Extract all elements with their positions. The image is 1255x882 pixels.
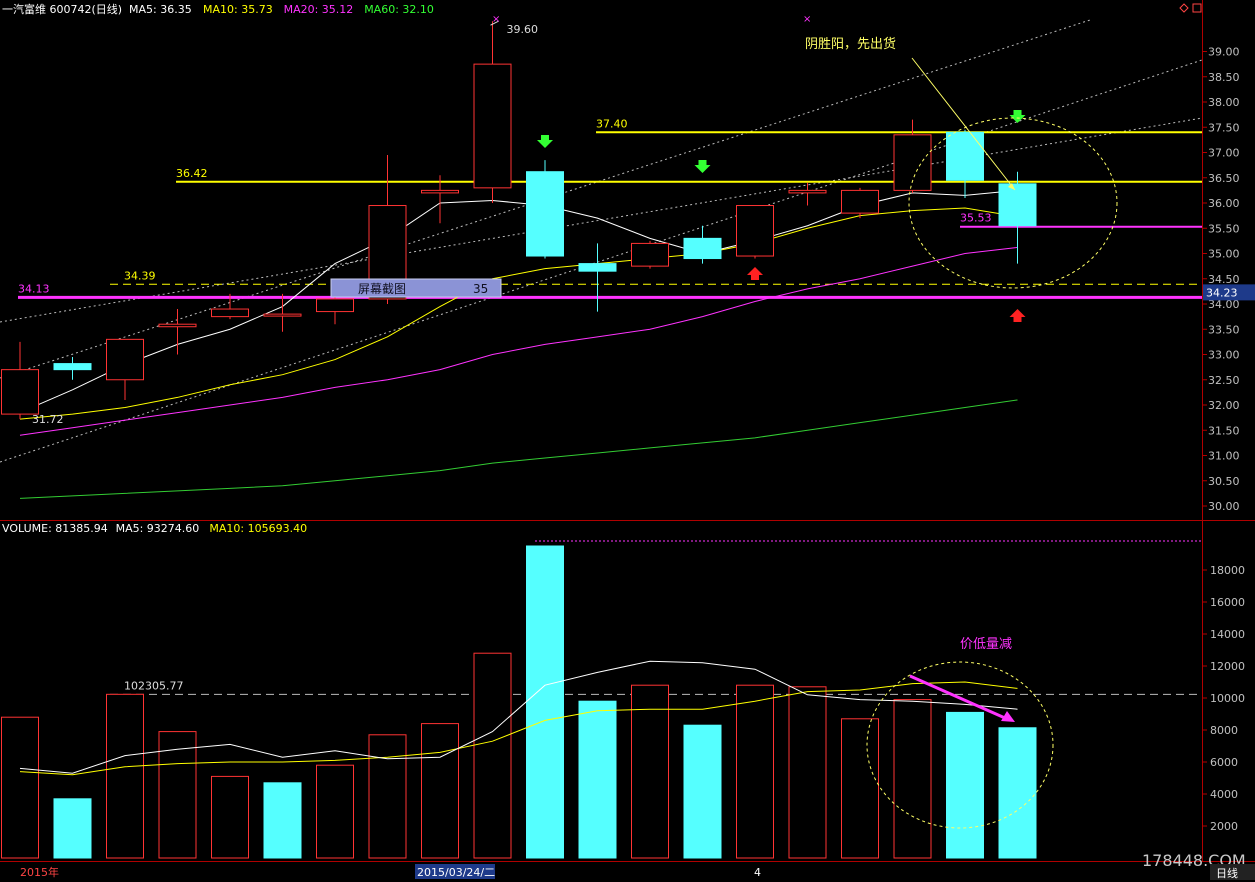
- volume-legend-0: VOLUME: 81385.94: [2, 522, 108, 535]
- price-tick-label: 36.50: [1208, 172, 1240, 185]
- volume-bar[interactable]: [106, 693, 144, 859]
- price-tick-label: 30.50: [1208, 475, 1240, 488]
- volume-tick-label: 12000: [1210, 660, 1245, 673]
- price-tick-label: 31.50: [1208, 424, 1240, 437]
- volume-bar[interactable]: [893, 699, 932, 859]
- price-tick-label: 32.50: [1208, 374, 1240, 387]
- volume-tick-label: 18000: [1210, 564, 1245, 577]
- level-label: 34.39: [124, 269, 156, 282]
- price-tick-label: 36.00: [1208, 197, 1240, 210]
- ma-legend-2: MA20: 35.12: [284, 3, 354, 16]
- candle-body[interactable]: [841, 189, 879, 214]
- volume-tick-label: 8000: [1210, 724, 1238, 737]
- level-label: 34.13: [18, 282, 50, 295]
- volume-bar[interactable]: [421, 723, 459, 859]
- volume-bar[interactable]: [473, 652, 512, 859]
- price-tick-label: 38.50: [1208, 71, 1240, 84]
- volume-bar[interactable]: [998, 727, 1037, 859]
- price-tick-label: 38.00: [1208, 96, 1240, 109]
- volume-bar[interactable]: [526, 545, 564, 859]
- volume-bar[interactable]: [788, 686, 827, 859]
- candle-body[interactable]: [106, 338, 144, 381]
- ma-legend-0: MA5: 36.35: [129, 3, 192, 16]
- price-tick-label: 37.00: [1208, 147, 1240, 160]
- ma-legend-1: MA10: 35.73: [203, 3, 273, 16]
- screenshot-popup-value: 35: [473, 282, 488, 296]
- volume-bar[interactable]: [368, 734, 407, 859]
- candle-body[interactable]: [473, 63, 512, 189]
- level-label: 35.53: [960, 212, 992, 225]
- volume-bar[interactable]: [736, 684, 774, 859]
- ma-legend-3: MA60: 32.10: [364, 3, 434, 16]
- current-price-label: 34.23: [1206, 286, 1238, 299]
- candle-body[interactable]: [998, 183, 1037, 227]
- candle-body[interactable]: [158, 323, 197, 328]
- volume-legend-1: MA5: 93274.60: [116, 522, 200, 535]
- candle-body[interactable]: [211, 308, 249, 318]
- marker-icon: ×: [803, 14, 811, 25]
- volume-bar[interactable]: [841, 718, 879, 859]
- screenshot-popup-label: 屏幕截图: [358, 282, 406, 296]
- volume-tick-label: 16000: [1210, 596, 1245, 609]
- high-price-label: 39.60: [507, 23, 539, 36]
- volume-bar[interactable]: [1, 716, 39, 859]
- axis-year-label: 2015年: [20, 865, 59, 879]
- candle-body[interactable]: [578, 263, 617, 272]
- volume-bar[interactable]: [211, 775, 249, 859]
- price-tick-label: 31.00: [1208, 450, 1240, 463]
- stock-chart[interactable]: 30.00 30.50 31.00 31.50 32.00 32.50 33.00 33.50…: [0, 0, 1255, 882]
- volume-note: 价低量减: [960, 637, 1012, 652]
- candle-body[interactable]: [526, 171, 564, 257]
- price-note: 阴胜阳，先出货: [805, 36, 896, 52]
- candle-body[interactable]: [631, 242, 669, 267]
- level-label: 36.42: [176, 167, 208, 180]
- price-tick-label: 33.50: [1208, 323, 1240, 336]
- volume-bar[interactable]: [263, 782, 302, 859]
- candle-body[interactable]: [53, 363, 92, 371]
- price-tick-label: 33.00: [1208, 349, 1240, 362]
- volume-bar[interactable]: [53, 798, 92, 859]
- price-tick-label: 39.00: [1208, 46, 1240, 59]
- axis-month-label: 4: [754, 866, 761, 879]
- volume-tick-label: 2000: [1210, 820, 1238, 833]
- price-tick-label: 35.00: [1208, 248, 1240, 261]
- candle-body[interactable]: [788, 189, 827, 194]
- candle-body[interactable]: [1, 369, 39, 415]
- volume-tick-label: 14000: [1210, 628, 1245, 641]
- candle-body[interactable]: [421, 189, 459, 194]
- volume-legend-2: MA10: 105693.40: [209, 522, 307, 535]
- marker-icon: ×: [492, 14, 500, 25]
- candle-body[interactable]: [946, 131, 984, 181]
- volume-bar[interactable]: [683, 724, 722, 859]
- level-label: 37.40: [596, 117, 628, 130]
- volume-bar[interactable]: [631, 684, 669, 859]
- chart-title: 一汽富维 600742(日线): [2, 2, 122, 16]
- price-tick-label: 37.50: [1208, 121, 1240, 134]
- period-selector-label: 日线: [1216, 866, 1238, 880]
- price-tick-label: 34.50: [1208, 273, 1240, 286]
- price-tick-label: 30.00: [1208, 500, 1240, 513]
- low-price-label: 31.72: [32, 413, 64, 426]
- price-tick-label: 32.00: [1208, 399, 1240, 412]
- volume-tick-label: 10000: [1210, 692, 1245, 705]
- volume-ref-label: 102305.77: [124, 679, 184, 692]
- volume-bar[interactable]: [578, 700, 617, 859]
- price-tick-label: 35.50: [1208, 222, 1240, 235]
- selected-date-label: 2015/03/24/二: [417, 866, 495, 879]
- volume-tick-label: 6000: [1210, 756, 1238, 769]
- candle-body[interactable]: [263, 313, 302, 317]
- volume-tick-label: 4000: [1210, 788, 1238, 801]
- candle-body[interactable]: [736, 205, 774, 257]
- volume-bar[interactable]: [316, 764, 354, 859]
- candle-body[interactable]: [683, 237, 722, 260]
- candle-body[interactable]: [316, 298, 354, 313]
- volume-bar[interactable]: [946, 711, 984, 859]
